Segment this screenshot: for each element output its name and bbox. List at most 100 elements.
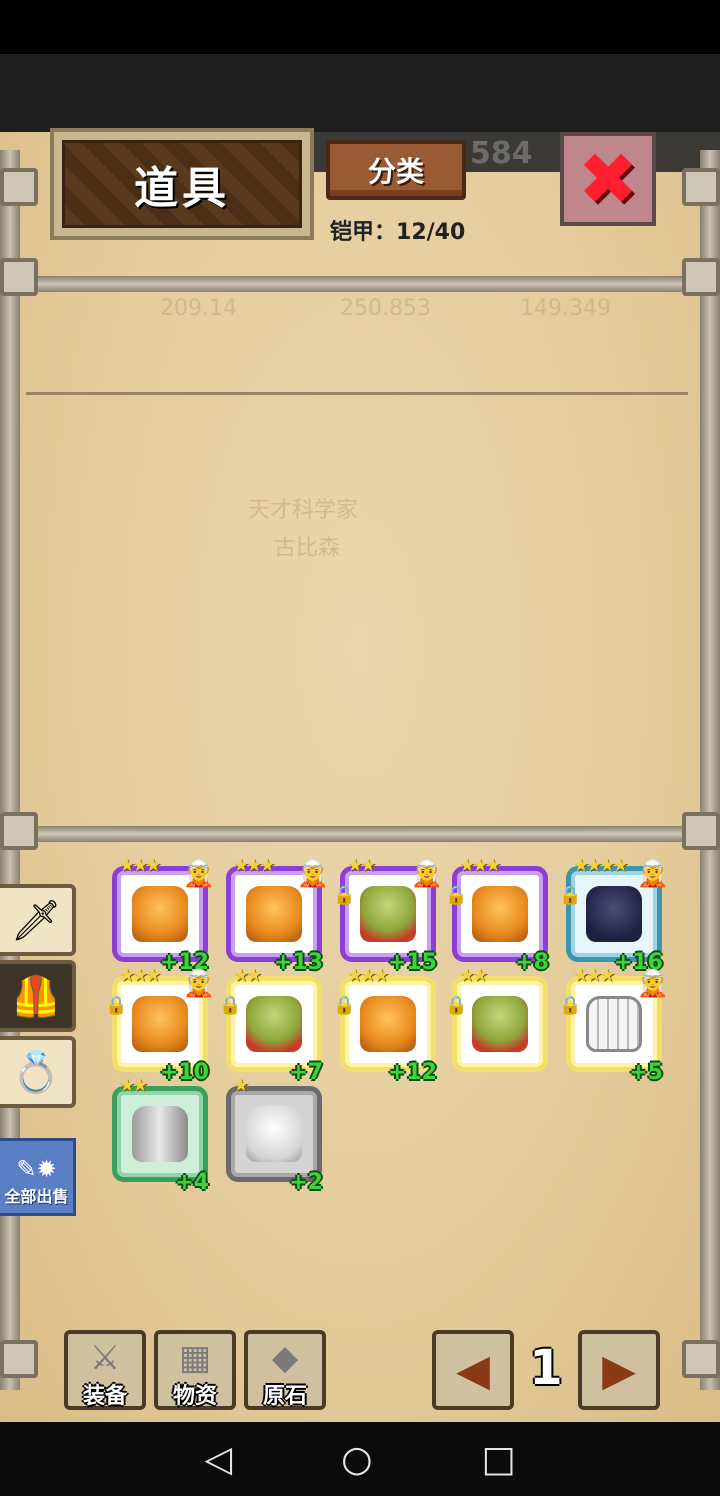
armor-item-slot[interactable]: ★★★ 🔒 +8 — [445, 855, 549, 975]
materials-button[interactable]: ▦ 物资 — [154, 1330, 236, 1410]
armor-item-slot[interactable]: ★★ 🔒 +7 — [219, 965, 323, 1085]
frame-corner — [682, 1340, 720, 1378]
star-rating: ★★★ — [119, 965, 161, 986]
lock-icon: 🔒 — [559, 885, 582, 906]
enhance-level: +13 — [273, 950, 323, 975]
parchment-panel — [0, 132, 720, 1422]
enhance-level: +10 — [159, 1060, 209, 1085]
frame-corner — [0, 258, 38, 296]
gem-icon: ◆ — [271, 1338, 299, 1378]
ghost-text: 149.349 — [520, 296, 611, 321]
right-arrow-icon: ▶ — [602, 1344, 636, 1396]
sell-all-icon: ✎✹ — [16, 1155, 57, 1183]
title-wood: 道具 — [62, 140, 302, 228]
armor-icon — [246, 996, 302, 1052]
back-icon[interactable]: ◁ — [204, 1439, 232, 1480]
home-icon[interactable]: ○ — [341, 1439, 372, 1480]
armor-tab[interactable]: 🦺 — [0, 960, 76, 1032]
star-rating: ★★ — [459, 965, 488, 986]
close-button[interactable]: ✖ — [560, 132, 656, 226]
android-nav-bar: ◁ ○ □ — [0, 1422, 720, 1496]
armor-item-slot[interactable]: ★ +2 — [226, 1075, 323, 1195]
game-screen: 584 209.14 250.853 149.349 天才科学家 古比森 道具 … — [0, 0, 720, 1496]
enhance-level: +8 — [515, 950, 549, 975]
recent-apps-icon[interactable]: □ — [481, 1439, 515, 1480]
armor-item-slot[interactable]: ★★★ 🧝 +13 — [226, 855, 329, 975]
equipped-hero-icon: 🧝 — [182, 969, 215, 999]
title-plank: 道具 — [50, 128, 314, 240]
star-rating: ★★★★ — [573, 855, 629, 876]
equipment-button[interactable]: ⚔ 装备 — [64, 1330, 146, 1410]
armor-icon — [132, 996, 188, 1052]
equipped-hero-icon: 🧝 — [182, 859, 215, 889]
category-button[interactable]: 分类 — [326, 140, 466, 200]
armor-item-slot[interactable]: ★★★ 🔒 🧝 +5 — [559, 965, 669, 1085]
left-arrow-icon: ◀ — [456, 1344, 490, 1396]
frame-corner — [0, 812, 38, 850]
frame-mid-bar — [10, 826, 710, 842]
gem-button[interactable]: ◆ 原石 — [244, 1330, 326, 1410]
armor-icon — [472, 996, 528, 1052]
chest-icon: ▦ — [178, 1338, 212, 1378]
equipped-hero-icon: 🧝 — [410, 859, 443, 889]
star-rating: ★ — [233, 1075, 249, 1096]
lock-icon: 🔒 — [105, 995, 128, 1016]
lock-icon: 🔒 — [333, 885, 356, 906]
lock-icon: 🔒 — [333, 995, 356, 1016]
enhance-level: +12 — [387, 1060, 437, 1085]
weapon-tab[interactable]: 🗡 — [0, 884, 76, 956]
armor-count-value: 12/40 — [396, 220, 466, 245]
sell-all-button[interactable]: ✎✹ 全部出售 — [0, 1138, 76, 1216]
armor-item-slot[interactable]: ★★★ 🧝 +12 — [112, 855, 215, 975]
sword-icon: 🗡 — [10, 897, 62, 944]
armor-icon — [360, 886, 416, 942]
prev-page-button[interactable]: ◀ — [432, 1330, 514, 1410]
armor-item-slot[interactable]: ★★ 🔒 — [445, 965, 548, 1072]
ghost-text: 天才科学家 — [248, 498, 359, 523]
crossed-swords-icon: ⚔ — [89, 1338, 121, 1378]
armor-icon — [132, 1106, 188, 1162]
equipped-hero-icon: 🧝 — [636, 859, 669, 889]
close-icon: ✖ — [577, 137, 639, 221]
ring-icon: 💍 — [11, 1049, 61, 1096]
lock-icon: 🔒 — [219, 995, 242, 1016]
gem-label: 原石 — [262, 1384, 307, 1409]
star-rating: ★★ — [233, 965, 262, 986]
armor-item-slot[interactable]: ★★★★ 🔒 🧝 +16 — [559, 855, 669, 975]
star-rating: ★★ — [119, 1075, 148, 1096]
frame-corner — [682, 258, 720, 296]
frame-corner — [0, 168, 38, 206]
category-label: 分类 — [367, 155, 424, 188]
equipment-label: 装备 — [82, 1384, 127, 1409]
accessory-tab[interactable]: 💍 — [0, 1036, 76, 1108]
armor-icon — [246, 886, 302, 942]
armor-icon — [586, 886, 642, 942]
status-bar — [0, 0, 720, 54]
armor-icon — [586, 996, 642, 1052]
star-rating: ★★★ — [119, 855, 161, 876]
top-gap — [0, 54, 720, 132]
armor-item-slot[interactable]: ★★★ 🔒 +12 — [333, 965, 437, 1085]
frame-corner — [0, 1340, 38, 1378]
page-title: 道具 — [134, 163, 230, 214]
armor-icon: 🦺 — [11, 973, 61, 1020]
lock-icon: 🔒 — [559, 995, 582, 1016]
lock-icon: 🔒 — [445, 995, 468, 1016]
star-rating: ★★ — [347, 855, 376, 876]
armor-icon — [246, 1106, 302, 1162]
armor-capacity: 铠甲：12/40 — [330, 214, 465, 246]
star-rating: ★★★ — [233, 855, 275, 876]
lock-icon: 🔒 — [445, 885, 468, 906]
armor-item-slot[interactable]: ★★★ 🔒 🧝 +10 — [105, 965, 215, 1085]
sell-all-label: 全部出售 — [4, 1187, 69, 1206]
frame-right — [700, 150, 720, 1390]
page-number: 1 — [529, 1340, 563, 1396]
next-page-button[interactable]: ▶ — [578, 1330, 660, 1410]
section-divider — [26, 392, 688, 395]
armor-label: 铠甲： — [330, 220, 397, 245]
armor-item-slot[interactable]: ★★ 🔒 🧝 +15 — [333, 855, 443, 975]
frame-corner — [682, 812, 720, 850]
enhance-level: +5 — [629, 1060, 663, 1085]
frame-top-bar — [10, 276, 710, 292]
armor-item-slot[interactable]: ★★ +4 — [112, 1075, 209, 1195]
